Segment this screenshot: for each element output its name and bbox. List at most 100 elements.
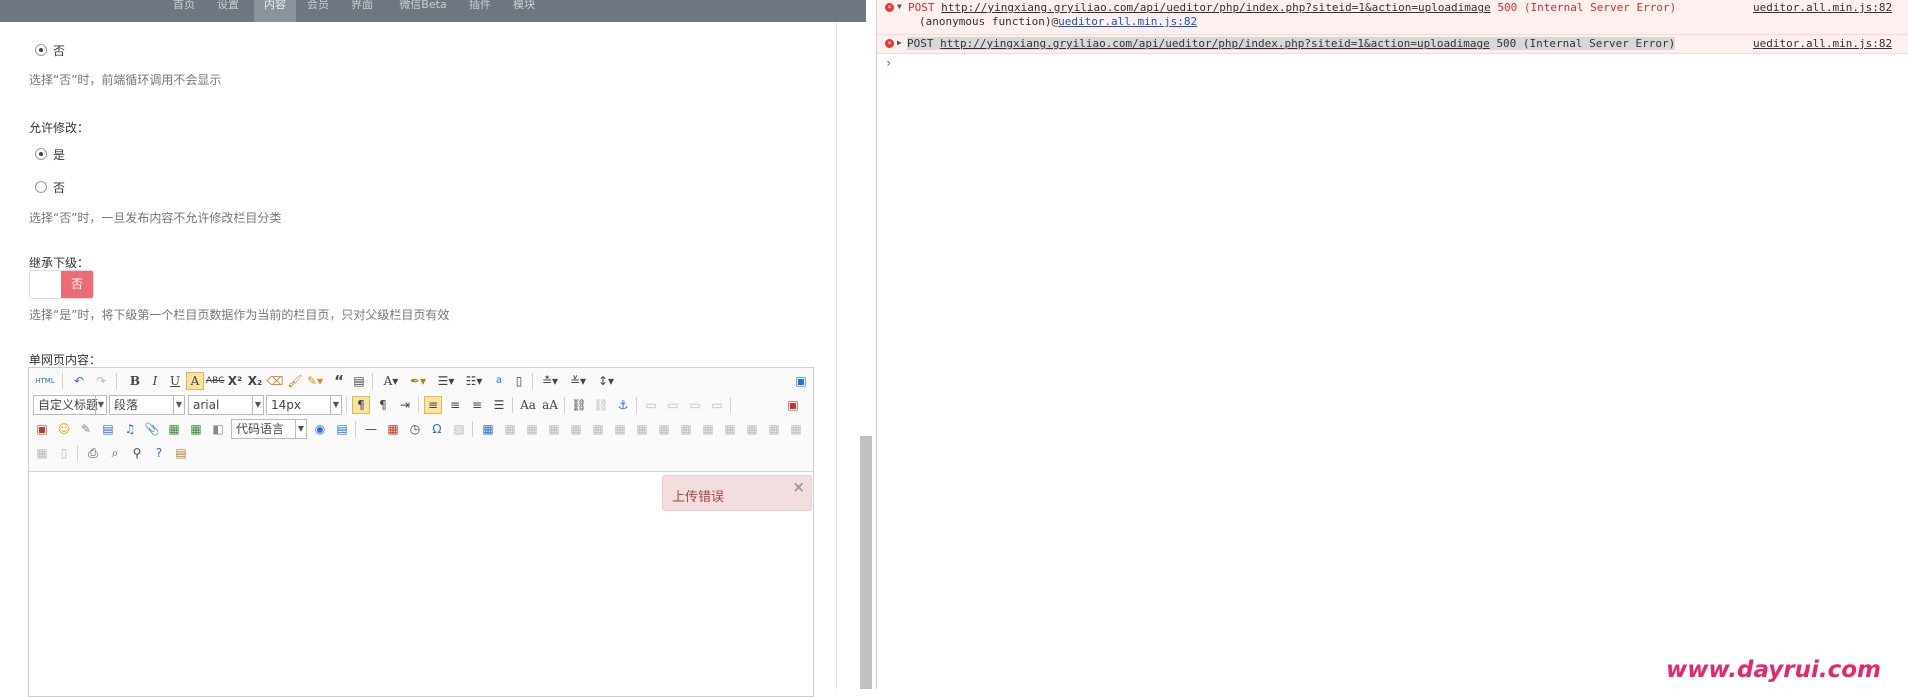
search-replace-icon[interactable]: ⚲ [128,444,146,462]
rich-text-editor[interactable]: HTML ↶ ↷ B I U A ABC X² X₂ ⌫ 🖌 ✎▾ “ ▤ A▾… [28,367,814,697]
request-url-link[interactable]: http://yingxiang.gryiliao.com/api/uedito… [941,1,1491,14]
ltr-direction-icon[interactable]: ¶ [352,396,370,414]
font-family-select[interactable]: arial ▼ [188,395,264,415]
anchor-icon[interactable]: ⚓ [614,396,632,414]
map-icon[interactable]: ▦ [165,420,183,438]
nav-item-plugins[interactable]: 插件 [462,0,498,22]
font-color-icon[interactable]: A▾ [380,372,402,390]
merge-down-icon[interactable]: ▦ [677,420,695,438]
date-icon[interactable]: ▦ [384,420,402,438]
drafts-icon[interactable]: ▤ [172,444,190,462]
scrawl-icon[interactable]: ✎ [77,420,95,438]
merge-cells-icon[interactable]: ▦ [633,420,651,438]
line-height-icon[interactable]: ↕▾ [594,372,618,390]
insert-image-icon[interactable]: ▣ [784,396,802,414]
expand-triangle-icon[interactable]: ▼ [897,2,902,11]
clear-doc-icon[interactable]: ▯ [510,372,528,390]
allow-edit-radio-no[interactable] [35,181,47,193]
nav-item-settings[interactable]: 设置 [210,0,246,22]
align-left-icon[interactable]: ≡ [424,396,442,414]
paragraph-select[interactable]: 段落 ▼ [109,395,185,415]
wordimage-icon[interactable]: ▨ [450,420,468,438]
image-left-icon[interactable]: ▭ [664,396,682,414]
nav-item-members[interactable]: 会员 [300,0,336,22]
unlink-icon[interactable]: ⛓ [592,396,610,414]
ordered-list-icon[interactable]: ☰▾ [434,372,458,390]
console-source-link[interactable]: ueditor.all.min.js:82 [1753,37,1892,50]
insert-frame-icon[interactable]: ◧ [209,420,227,438]
delete-col-icon[interactable]: ▦ [611,420,629,438]
select-all-icon[interactable]: a [490,372,508,390]
template-icon[interactable]: ▤ [333,420,351,438]
format-painter-icon[interactable]: 🖌 [286,372,304,390]
split-to-cols-icon[interactable]: ▦ [743,420,761,438]
custom-title-select[interactable]: 自定义标题 ▼ [33,395,107,415]
image-none-icon[interactable]: ▭ [642,396,660,414]
source-link-text[interactable]: ueditor.all.min.js:82 [1753,37,1892,50]
request-url-link[interactable]: http://yingxiang.gryiliao.com/api/uedito… [940,37,1490,50]
console-error-row[interactable]: × ▶ POST http://yingxiang.gryiliao.com/a… [877,35,1908,54]
indent-icon[interactable]: ⇥ [396,396,414,414]
font-border-icon[interactable]: A [186,372,204,390]
horizontal-rule-icon[interactable]: — [362,420,380,438]
print-icon[interactable]: ⎙ [84,444,102,462]
image-right-icon[interactable]: ▭ [686,396,704,414]
align-center-icon[interactable]: ≡ [446,396,464,414]
redo-icon[interactable]: ↷ [92,372,110,390]
music-icon[interactable]: ♫ [121,420,139,438]
chart-table-icon[interactable]: ▦ [765,420,783,438]
autotypeset-icon[interactable]: ✎▾ [306,372,324,390]
page-break-icon[interactable]: ▯ [55,444,73,462]
row-spacing-top-icon[interactable]: ≛▾ [538,372,562,390]
paste-plain-icon[interactable]: ▤ [350,372,368,390]
simple-upload-icon[interactable]: ▣ [33,420,51,438]
time-icon[interactable]: ◷ [406,420,424,438]
nav-item-home[interactable]: 首页 [166,0,202,22]
allow-edit-radio-yes[interactable] [35,148,47,160]
subscript-icon[interactable]: X₂ [246,372,264,390]
rtl-direction-icon[interactable]: ¶ [374,396,392,414]
console-error-row[interactable]: × ▼ POST http://yingxiang.gryiliao.com/a… [877,0,1908,35]
emotion-icon[interactable]: ☺ [55,420,73,438]
insert-table-icon[interactable]: ▦ [479,420,497,438]
insert-col-icon[interactable]: ▦ [589,420,607,438]
console-source-link[interactable]: ueditor.all.min.js:82 [1753,1,1892,14]
insert-row-icon[interactable]: ▦ [545,420,563,438]
italic-icon[interactable]: I [146,372,164,390]
tolowercase-icon[interactable]: aA [541,396,559,414]
gmap-icon[interactable]: ▦ [187,420,205,438]
undo-icon[interactable]: ↶ [70,372,88,390]
split-to-rows-icon[interactable]: ▦ [721,420,739,438]
attachment-icon[interactable]: 📎 [143,420,161,438]
table-properties-icon[interactable]: ▦ [787,420,805,438]
nav-item-interface[interactable]: 界面 [344,0,380,22]
remove-format-icon[interactable]: ⌫ [266,372,284,390]
split-to-cells-icon[interactable]: ▦ [699,420,717,438]
inherit-toggle[interactable]: 否 [29,270,94,299]
blockquote-icon[interactable]: “ [330,372,348,390]
underline-icon[interactable]: U [166,372,184,390]
superscript-icon[interactable]: X² [226,372,244,390]
console-prompt[interactable]: › [885,56,892,70]
background-color-icon[interactable]: ✒▾ [406,372,430,390]
source-link-text[interactable]: ueditor.all.min.js:82 [1753,1,1892,14]
page-scrollbar-thumb[interactable] [860,436,872,689]
image-center-icon[interactable]: ▭ [708,396,726,414]
show-radio-no[interactable] [35,44,47,56]
web-app-icon[interactable]: ◉ [311,420,329,438]
insert-paragraph-before-table-icon[interactable]: ▦ [523,420,541,438]
html-source-button[interactable]: HTML [33,372,57,390]
insert-video-icon[interactable]: ▤ [99,420,117,438]
stack-source-link[interactable]: ueditor.all.min.js:82 [1058,15,1197,28]
link-icon[interactable]: ⛓ [570,396,588,414]
cell-properties-icon[interactable]: ▦ [33,444,51,462]
expand-triangle-icon[interactable]: ▶ [897,38,902,47]
strikethrough-icon[interactable]: ABC [206,372,224,390]
merge-right-icon[interactable]: ▦ [655,420,673,438]
nav-item-content[interactable]: 内容 [254,0,296,22]
fullscreen-icon[interactable]: ▣ [792,372,810,390]
close-icon[interactable]: × [792,478,805,496]
row-spacing-bottom-icon[interactable]: ≚▾ [566,372,590,390]
touppercase-icon[interactable]: Aa [519,396,537,414]
code-language-select[interactable]: 代码语言 ▼ [231,419,307,439]
